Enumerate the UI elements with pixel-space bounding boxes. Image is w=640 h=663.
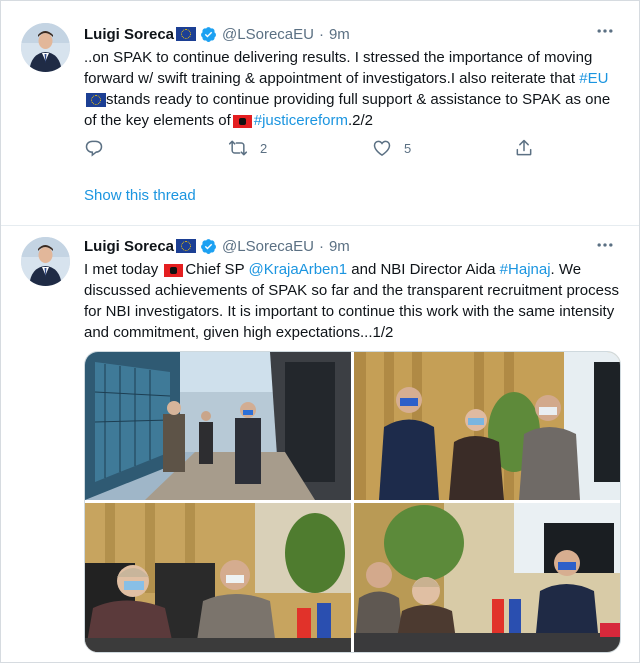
like-button[interactable]: 5: [372, 138, 411, 158]
separator-dot: ·: [318, 237, 324, 255]
verified-badge-icon: [200, 26, 217, 43]
author-name[interactable]: Luigi Soreca: [84, 26, 174, 43]
verified-badge-icon: [200, 238, 217, 255]
tweet-text-part: ..on SPAK to continue delivering results…: [84, 49, 593, 87]
author-name[interactable]: Luigi Soreca: [84, 238, 174, 255]
avatar[interactable]: [21, 237, 70, 286]
tweet-header: Luigi Soreca @LSorecaEU · 9m: [84, 23, 350, 45]
hashtag-link[interactable]: #Hajnaj: [500, 261, 551, 278]
show-thread-link[interactable]: Show this thread: [84, 187, 196, 204]
avatar[interactable]: [21, 23, 70, 72]
tweet-text-part: Chief SP: [185, 261, 249, 278]
albania-flag-icon: [232, 114, 252, 128]
tweet[interactable]: Luigi Soreca @LSorecaEU · 9m ..on SPAK t…: [1, 11, 639, 226]
tweet-text-part: .2/2: [347, 112, 373, 129]
hashtag-link[interactable]: #EU: [579, 70, 608, 87]
retweet-button[interactable]: 2: [228, 138, 267, 158]
eu-flag-icon: [176, 239, 197, 253]
tweet-header: Luigi Soreca @LSorecaEU · 9m: [84, 235, 350, 257]
share-icon: [514, 138, 534, 158]
photo-meeting-right[interactable]: [354, 503, 620, 652]
photo-grid: [84, 351, 621, 653]
separator-dot: ·: [318, 25, 324, 43]
eu-flag-icon: [176, 27, 197, 41]
more-horizontal-icon[interactable]: [593, 235, 617, 257]
photo-group-standing[interactable]: [354, 352, 620, 500]
timestamp[interactable]: 9m: [329, 26, 350, 43]
retweet-count: 2: [260, 140, 268, 156]
reply-button[interactable]: [84, 138, 104, 158]
photo-walkway[interactable]: [85, 352, 351, 500]
more-horizontal-icon[interactable]: [593, 21, 617, 43]
tweet-text-part: and NBI Director Aida: [347, 261, 500, 278]
tweet-text: ..on SPAK to continue delivering results…: [84, 47, 624, 131]
retweet-icon: [228, 138, 248, 158]
hashtag-link[interactable]: #justicereform: [254, 112, 348, 129]
timestamp[interactable]: 9m: [329, 238, 350, 255]
heart-icon: [372, 138, 392, 158]
author-handle[interactable]: @LSorecaEU: [222, 26, 314, 43]
like-count: 5: [404, 140, 412, 156]
mention-link[interactable]: @KrajaArben1: [248, 261, 347, 278]
tweet-actions: 2 5: [84, 138, 544, 160]
tweet-text-part: I met today: [84, 261, 163, 278]
photo-meeting-left[interactable]: [85, 503, 351, 652]
reply-icon: [84, 138, 104, 158]
tweet-text: I met today Chief SP @KrajaArben1 and NB…: [84, 259, 624, 343]
share-button[interactable]: [514, 138, 534, 158]
timeline: Luigi Soreca @LSorecaEU · 9m ..on SPAK t…: [0, 0, 640, 663]
tweet[interactable]: Luigi Soreca @LSorecaEU · 9m I met today…: [1, 227, 639, 662]
eu-flag-icon: [86, 93, 106, 108]
albania-flag-icon: [164, 263, 184, 277]
author-handle[interactable]: @LSorecaEU: [222, 238, 314, 255]
